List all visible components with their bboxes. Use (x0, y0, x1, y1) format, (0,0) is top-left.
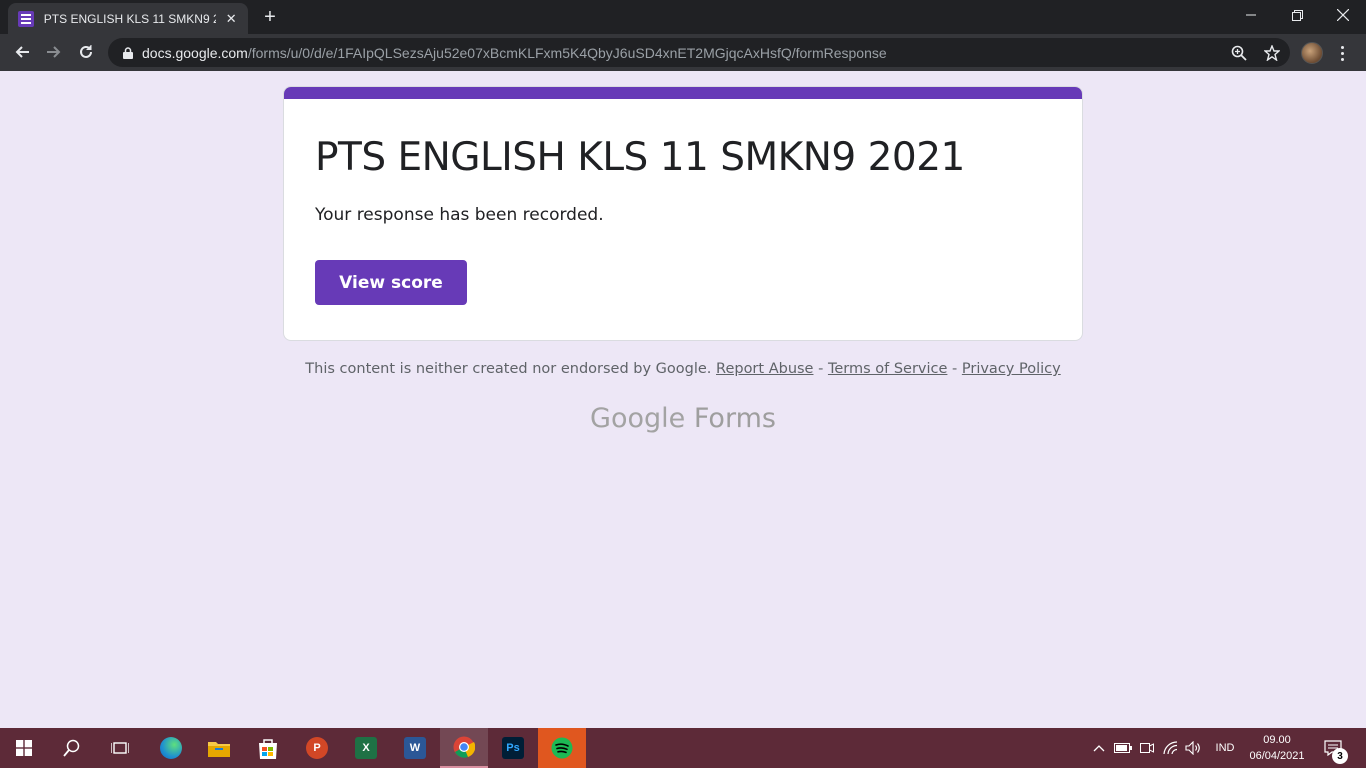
confirmation-message: Your response has been recorded. (315, 205, 604, 225)
menu-dots-icon[interactable] (1334, 42, 1350, 64)
form-title: PTS ENGLISH KLS 11 SMKN9 2021 (315, 135, 965, 180)
chevron-up-icon[interactable] (1088, 728, 1110, 768)
star-icon[interactable] (1263, 44, 1281, 62)
meet-now-icon[interactable] (1136, 728, 1158, 768)
excel-icon[interactable]: X (342, 728, 390, 768)
lock-icon[interactable] (120, 45, 136, 61)
card-accent-bar (284, 87, 1082, 99)
task-view-icon[interactable] (96, 728, 144, 768)
address-bar[interactable]: docs.google.com/forms/u/0/d/e/1FAIpQLSez… (108, 38, 1290, 67)
wifi-icon[interactable] (1160, 728, 1182, 768)
new-tab-button[interactable]: + (258, 5, 282, 29)
system-clock[interactable]: 09.00 06/04/2021 (1244, 732, 1310, 764)
spotify-icon[interactable] (538, 728, 586, 768)
edge-icon[interactable] (147, 728, 195, 768)
clock-date: 06/04/2021 (1249, 750, 1305, 762)
battery-icon[interactable] (1112, 728, 1134, 768)
volume-icon[interactable] (1182, 728, 1204, 768)
terms-of-service-link[interactable]: Terms of Service (828, 361, 947, 377)
brand-google: Google (590, 403, 686, 434)
report-abuse-link[interactable]: Report Abuse (716, 361, 813, 377)
reload-icon[interactable] (72, 38, 100, 66)
google-forms-logo[interactable]: Google Forms (283, 403, 1083, 434)
powerpoint-icon[interactable]: P (293, 728, 341, 768)
close-window-icon[interactable] (1320, 0, 1366, 30)
url-host: docs.google.com (142, 44, 248, 61)
restore-icon[interactable] (1274, 0, 1320, 30)
windows-start-icon[interactable] (0, 728, 48, 768)
tab-close-icon[interactable]: ✕ (224, 11, 238, 27)
windows-taskbar: P X W Ps IND 09.00 06/04/2021 (0, 728, 1366, 768)
forms-favicon-icon (18, 10, 34, 27)
input-language[interactable]: IND (1208, 728, 1242, 768)
clock-time: 09.00 (1263, 734, 1291, 746)
chrome-icon[interactable] (440, 728, 488, 768)
file-explorer-icon[interactable] (195, 728, 243, 768)
search-icon[interactable] (48, 728, 96, 768)
store-icon[interactable] (244, 728, 292, 768)
forward-arrow-icon[interactable] (40, 38, 68, 66)
back-arrow-icon[interactable] (8, 38, 36, 66)
brand-forms: Forms (693, 403, 776, 434)
browser-tab[interactable]: PTS ENGLISH KLS 11 SMKN9 2021 ✕ (8, 3, 248, 34)
zoom-icon[interactable] (1230, 44, 1248, 62)
profile-avatar[interactable] (1301, 42, 1323, 64)
browser-tab-strip: PTS ENGLISH KLS 11 SMKN9 2021 ✕ + (0, 0, 1366, 34)
word-icon[interactable]: W (391, 728, 439, 768)
form-footer: This content is neither created nor endo… (283, 361, 1083, 377)
view-score-button[interactable]: View score (315, 260, 467, 305)
photoshop-icon[interactable]: Ps (489, 728, 537, 768)
tab-title: PTS ENGLISH KLS 11 SMKN9 2021 (43, 11, 216, 26)
notification-badge: 3 (1332, 748, 1348, 764)
url-path: /forms/u/0/d/e/1FAIpQLSezsAju52e07xBcmKL… (247, 44, 887, 61)
url-text[interactable]: docs.google.com/forms/u/0/d/e/1FAIpQLSez… (142, 45, 887, 61)
minimize-icon[interactable] (1228, 0, 1274, 30)
footer-notice: This content is neither created nor endo… (305, 361, 712, 377)
privacy-policy-link[interactable]: Privacy Policy (962, 361, 1061, 377)
footer-separator: - (947, 361, 962, 377)
footer-separator: - (813, 361, 828, 377)
browser-toolbar: docs.google.com/forms/u/0/d/e/1FAIpQLSez… (0, 34, 1366, 71)
form-confirmation-card: PTS ENGLISH KLS 11 SMKN9 2021 Your respo… (283, 86, 1083, 341)
